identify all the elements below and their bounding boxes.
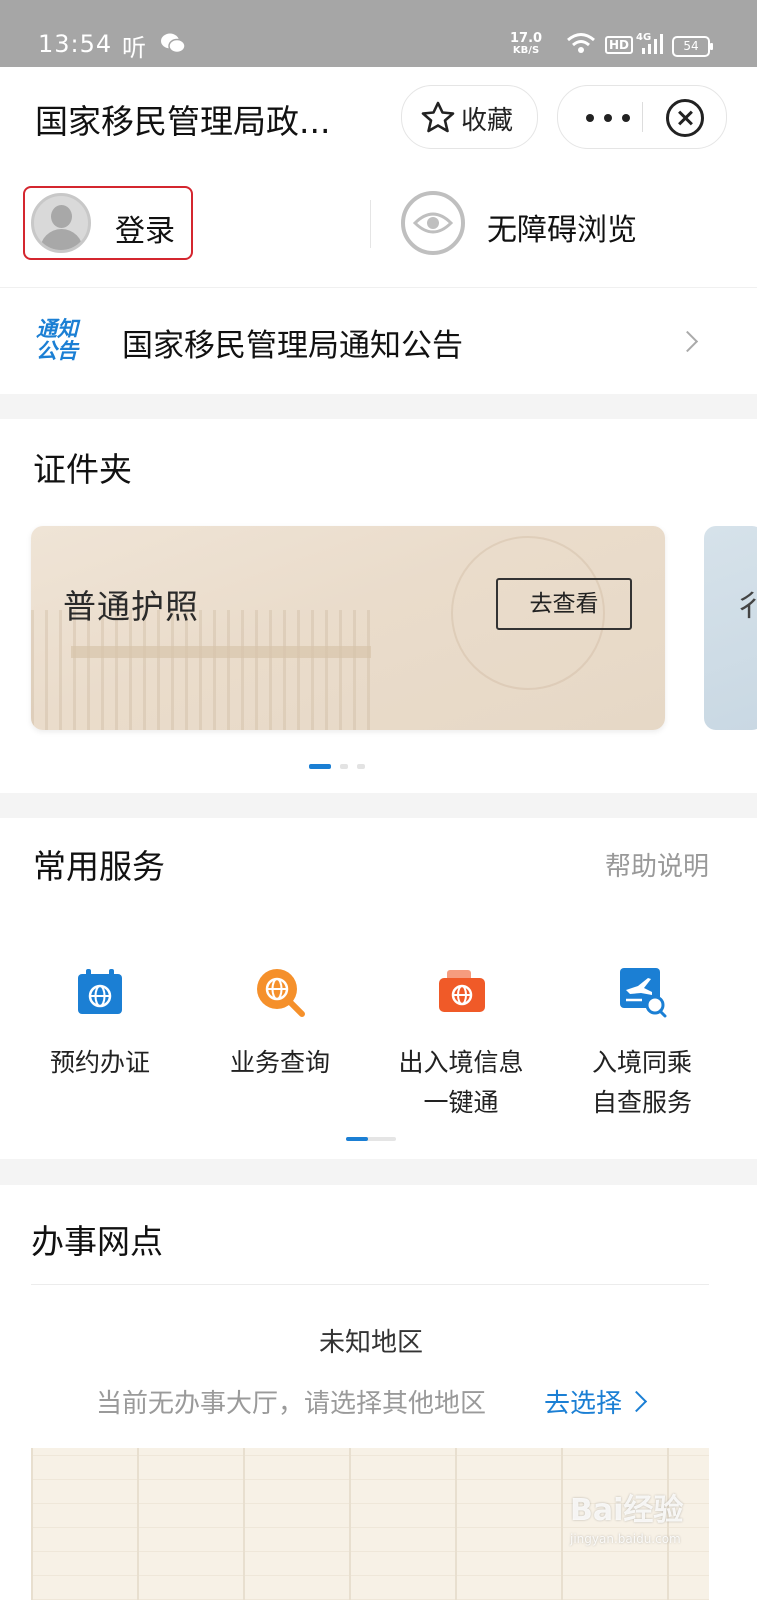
service-label-line2: 一键通 <box>423 1088 499 1117</box>
notice-icon-line2: 公告 <box>36 339 78 363</box>
calendar-globe-icon <box>78 969 122 1014</box>
page-title: 国家移民管理局政... <box>35 102 331 141</box>
wifi-icon <box>567 33 595 53</box>
notice-text: 国家移民管理局通知公告 <box>122 328 463 364</box>
service-label-line1: 入境同乘 <box>591 1048 692 1077</box>
chevron-right-icon <box>676 330 699 353</box>
services-title: 常用服务 <box>33 847 165 886</box>
close-icon[interactable] <box>666 99 704 137</box>
service-label-line1: 出入境信息 <box>398 1048 524 1077</box>
offices-divider <box>31 1284 709 1285</box>
accessibility-browse-button[interactable]: 无障碍浏览 <box>487 205 637 249</box>
avatar-icon <box>31 193 91 253</box>
login-label: 登录 <box>115 214 175 249</box>
view-card-button[interactable]: 去查看 <box>496 578 632 630</box>
service-business-query[interactable]: 业务查询 <box>190 958 370 1138</box>
service-label: 业务查询 <box>190 1043 370 1083</box>
baidu-watermark: Bai经验 <box>570 1493 684 1528</box>
offices-title: 办事网点 <box>31 1222 163 1261</box>
hd-icon: HD <box>605 36 634 54</box>
service-entry-exit-info[interactable]: 出入境信息 一键通 <box>371 958 551 1138</box>
wallet-section: 证件夹 普通护照 去查看 彳 <box>0 419 757 793</box>
notice-icon: 通知 公告 <box>36 318 96 366</box>
status-bar: 13:54 听 17.0 KB/S HD 4G 54 <box>0 0 757 67</box>
wallet-globe-icon <box>439 970 485 1012</box>
service-label-line2: 自查服务 <box>591 1088 692 1117</box>
flight-search-icon <box>620 968 667 1018</box>
signal-icon: 4G <box>636 32 663 54</box>
region-label: 未知地区 <box>318 1328 423 1358</box>
next-card-label: 彳 <box>734 589 757 624</box>
favorite-button[interactable]: 收藏 <box>401 85 538 149</box>
favorite-label: 收藏 <box>461 106 514 136</box>
services-section: 常用服务 帮助说明 预约办证 业务查询 出入境信息 一键通 入境同乘 自查服务 <box>0 818 757 1159</box>
choose-region-label: 去选择 <box>544 1389 623 1419</box>
status-time: 13:54 <box>38 30 113 58</box>
service-label: 预约办证 <box>10 1043 190 1083</box>
miniapp-capsule <box>557 85 727 149</box>
passport-card[interactable]: 普通护照 去查看 <box>31 526 665 730</box>
eye-icon[interactable] <box>401 191 465 255</box>
net-speed: 17.0 KB/S <box>510 31 543 57</box>
service-label-line1: 业务查询 <box>229 1048 330 1077</box>
battery-icon: 54 <box>672 36 713 57</box>
star-icon <box>421 101 455 133</box>
wechat-icon <box>161 33 186 54</box>
notice-icon-line1: 通知 <box>36 317 78 341</box>
service-label: 入境同乘 自查服务 <box>552 1043 732 1123</box>
wallet-title: 证件夹 <box>33 450 132 489</box>
listen-app-icon: 听 <box>122 34 146 62</box>
notice-bar[interactable]: 通知 公告 国家移民管理局通知公告 <box>0 287 757 394</box>
help-link[interactable]: 帮助说明 <box>605 846 709 883</box>
service-label: 出入境信息 一键通 <box>371 1043 551 1123</box>
services-scroll-indicator <box>346 1137 396 1141</box>
capsule-divider <box>642 102 643 132</box>
net-speed-unit: KB/S <box>512 45 540 56</box>
no-hall-text: 当前无办事大厅，请选择其他地区 <box>96 1389 487 1419</box>
card-name: 普通护照 <box>63 587 199 626</box>
account-divider <box>370 200 371 248</box>
net-speed-value: 17.0 <box>510 31 543 46</box>
next-card-peek[interactable]: 彳 <box>704 526 757 730</box>
signal-label: 4G <box>636 32 651 43</box>
search-globe-icon <box>257 969 305 1017</box>
baidu-watermark-url: jingyan.baidu.com <box>570 1532 681 1546</box>
more-menu-icon[interactable] <box>586 96 634 136</box>
service-appointment[interactable]: 预约办证 <box>10 958 190 1138</box>
service-label-line1: 预约办证 <box>49 1048 150 1077</box>
service-co-passenger-check[interactable]: 入境同乘 自查服务 <box>552 958 732 1138</box>
login-button[interactable]: 登录 <box>23 186 193 260</box>
chevron-right-icon <box>625 1390 648 1413</box>
choose-region-link[interactable]: 去选择 <box>544 1383 622 1420</box>
